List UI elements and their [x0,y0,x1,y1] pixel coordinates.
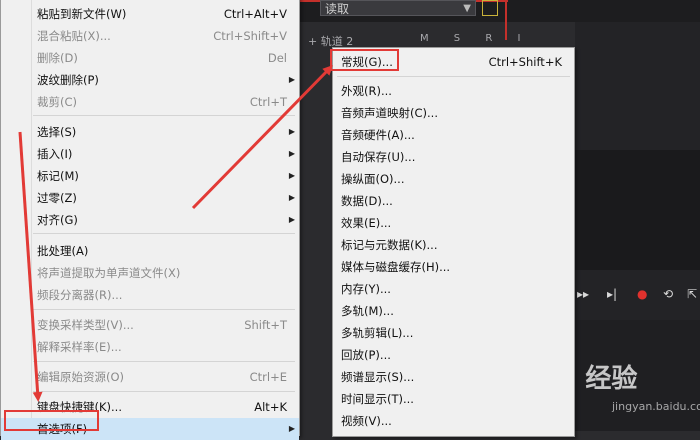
arrow-down-icon [18,131,43,402]
annotation-arrows [18,65,333,402]
arrow-up-icon [191,65,333,210]
